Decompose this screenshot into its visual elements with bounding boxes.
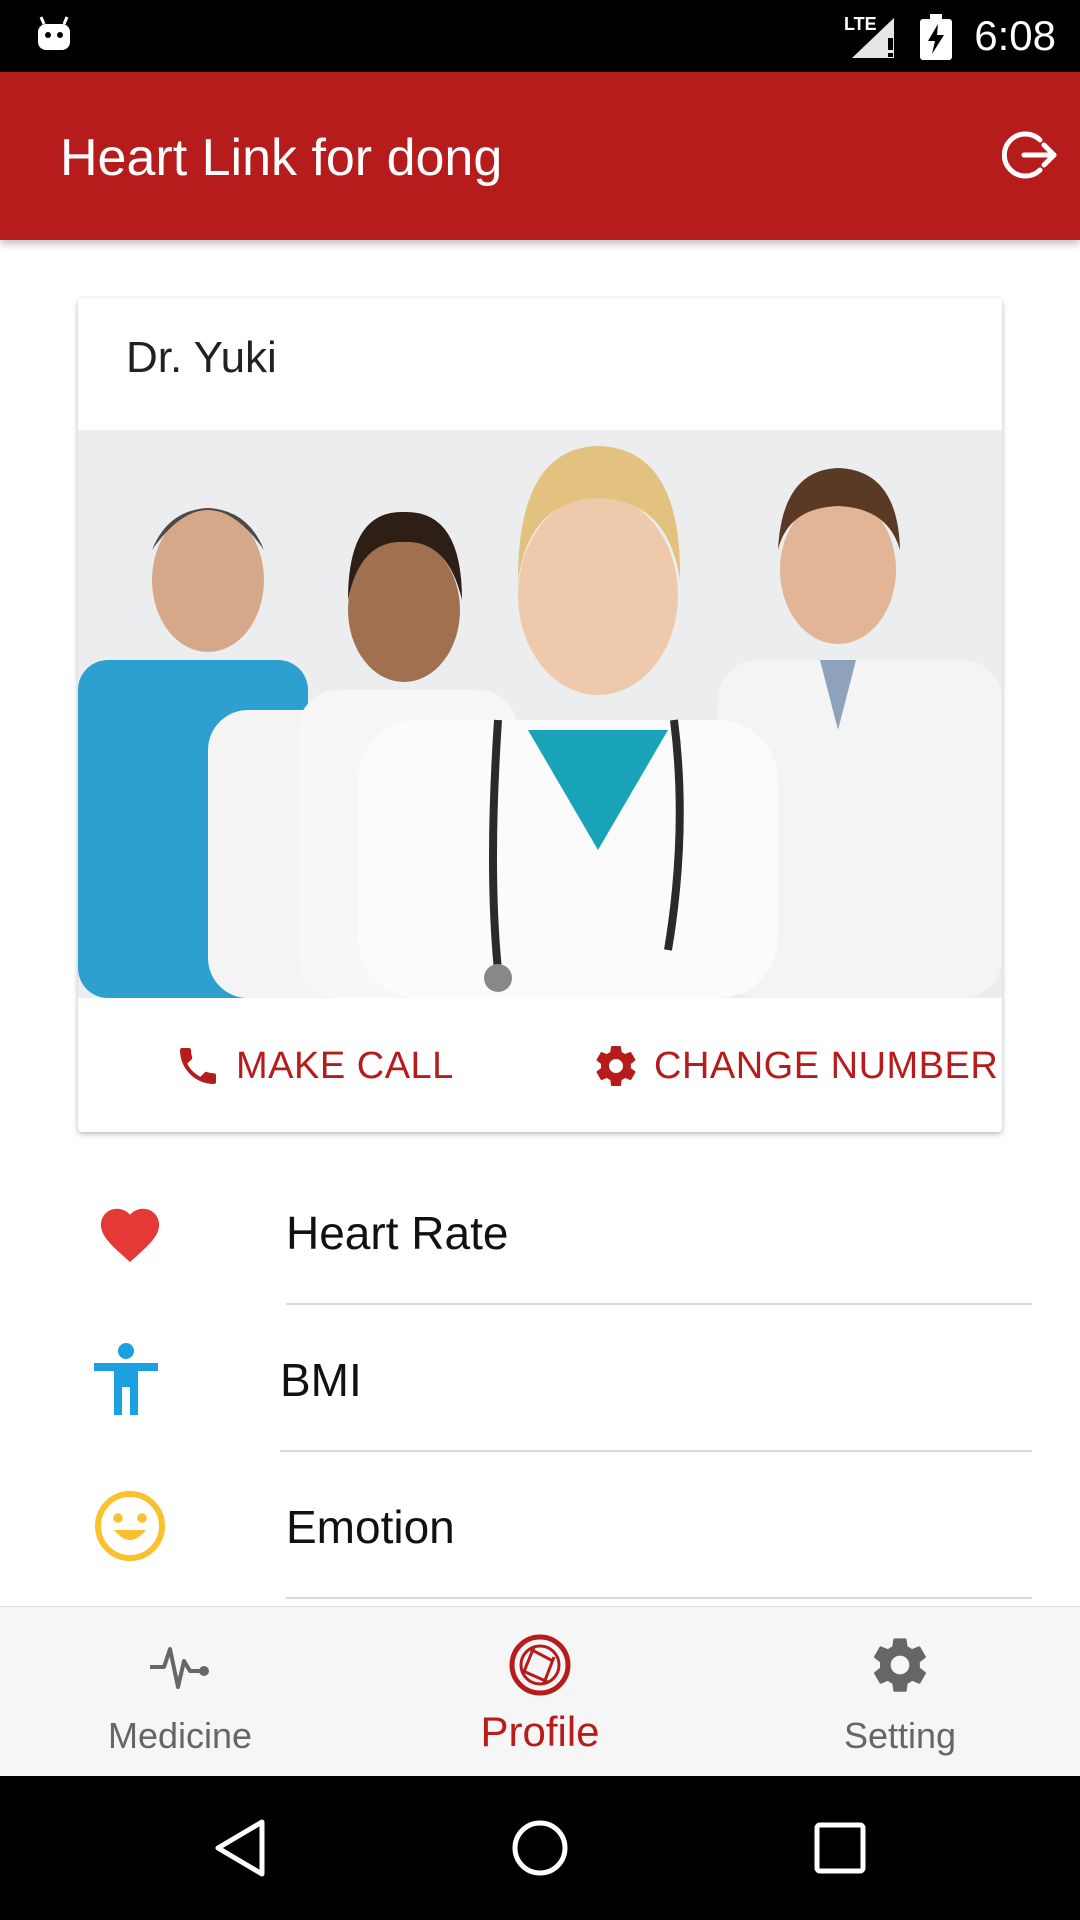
cell-signal-icon: LTE: [844, 14, 894, 58]
gear-icon: [596, 1046, 636, 1087]
card-actions: MAKE CALL CHANGE NUMBER: [78, 998, 1002, 1132]
change-number-button[interactable]: CHANGE NUMBER: [592, 1036, 998, 1096]
app-title: Heart Link for dong: [60, 129, 503, 187]
app-bar: Heart Link for dong: [0, 72, 1080, 240]
home-icon[interactable]: [510, 1816, 570, 1880]
logout-icon[interactable]: [1002, 126, 1060, 184]
nav-label-profile: Profile: [480, 1708, 600, 1755]
nav-item-profile[interactable]: Profile: [360, 1607, 720, 1777]
divider: [286, 1597, 1032, 1599]
aperture-icon: [509, 1634, 571, 1696]
doctor-name: Dr. Yuki: [126, 333, 277, 382]
doctor-card: Dr. Yuki MAKE CALL CHANGE NUMBER: [78, 298, 1002, 1132]
gear-icon: [874, 1638, 926, 1692]
heart-icon: [100, 1208, 160, 1263]
list-item-bmi[interactable]: BMI: [0, 1305, 1080, 1452]
recents-icon[interactable]: [812, 1816, 868, 1880]
nav-item-medicine[interactable]: Medicine: [0, 1607, 360, 1777]
list-item-heart-rate[interactable]: Heart Rate: [0, 1158, 1080, 1305]
nav-item-setting[interactable]: Setting: [720, 1607, 1080, 1777]
make-call-label: MAKE CALL: [236, 1044, 454, 1087]
make-call-button[interactable]: MAKE CALL: [174, 1036, 454, 1096]
doctors-team-photo: [78, 430, 1002, 998]
smiley-icon: [95, 1491, 165, 1561]
nav-label-medicine: Medicine: [107, 1715, 253, 1756]
back-icon[interactable]: [212, 1816, 268, 1880]
nav-label-setting: Setting: [843, 1715, 957, 1756]
phone-icon: [180, 1048, 216, 1084]
battery-charging-icon: [920, 14, 952, 60]
pulse-icon: [150, 1647, 209, 1689]
person-icon: [94, 1343, 158, 1415]
network-type: LTE: [844, 14, 877, 34]
bmi-label: BMI: [280, 1354, 362, 1406]
list-item-emotion[interactable]: Emotion: [0, 1452, 1080, 1599]
emotion-label: Emotion: [286, 1501, 455, 1553]
clock: 6:08: [974, 12, 1056, 59]
bottom-navigation: Medicine Profile Setting: [0, 1606, 1080, 1777]
status-bar: LTE 6:08: [0, 0, 1080, 72]
android-icon: [38, 16, 70, 50]
system-navigation-bar: [0, 1776, 1080, 1920]
heart-rate-label: Heart Rate: [286, 1207, 509, 1259]
change-number-label: CHANGE NUMBER: [654, 1044, 999, 1087]
